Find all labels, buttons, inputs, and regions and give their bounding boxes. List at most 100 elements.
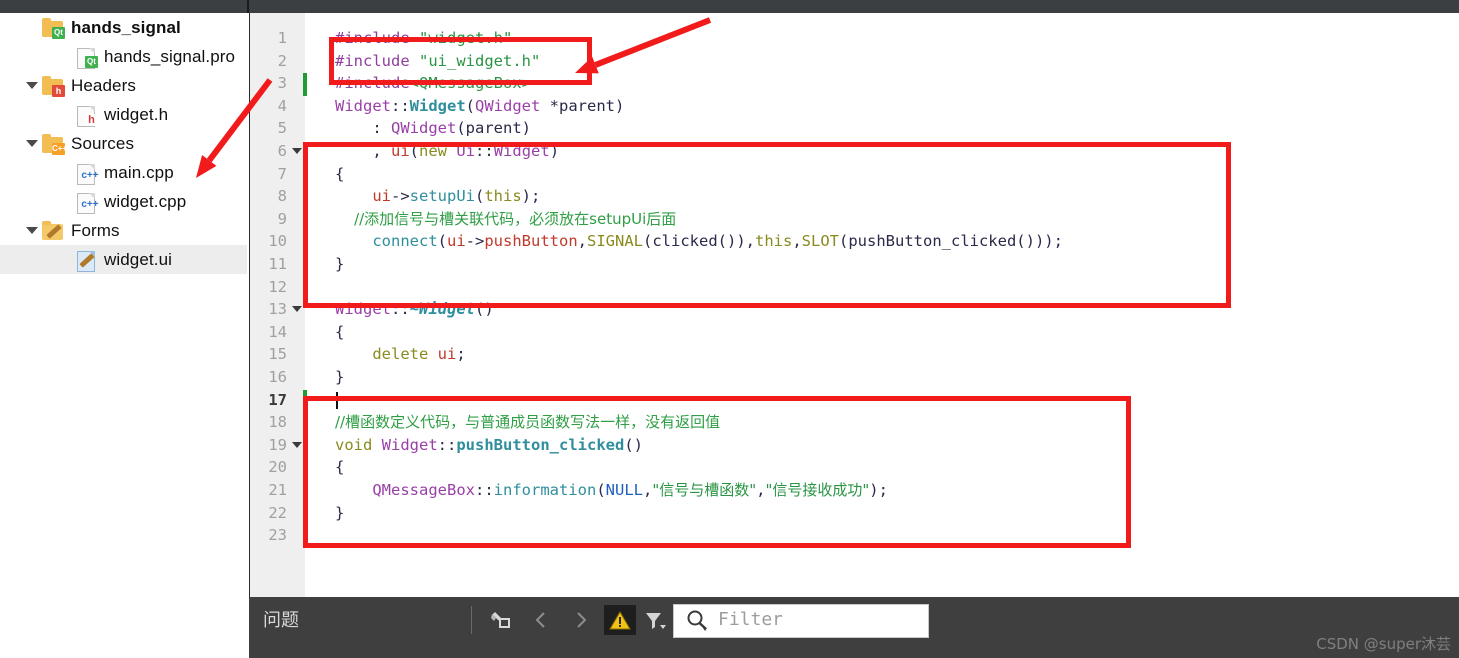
code-token: this	[755, 232, 793, 251]
line-number: 2	[277, 51, 287, 70]
text-cursor	[336, 391, 338, 409]
code-line[interactable]: Widget::Widget(QWidget *parent)	[335, 95, 624, 118]
top-strip-divider	[247, 0, 249, 13]
code-token: void	[335, 435, 373, 454]
code-line[interactable]: QMessageBox::information(NULL,"信号与槽函数","…	[335, 479, 888, 502]
code-token: ->	[465, 232, 485, 251]
tree-item-forms[interactable]: Forms	[0, 216, 247, 245]
code-line[interactable]: Widget::~Widget()	[335, 298, 494, 321]
search-icon	[687, 610, 707, 631]
project-tree-sidebar[interactable]: Qt hands_signal Qt hands_signal.pro h Headers…	[0, 13, 247, 658]
code-line[interactable]: }	[335, 253, 344, 276]
tree-expander-spacer	[55, 158, 75, 187]
code-line[interactable]: : QWidget(parent)	[335, 117, 531, 140]
tree-item-headers[interactable]: h Headers	[0, 71, 247, 100]
chevron-down-icon[interactable]	[22, 71, 42, 100]
code-line[interactable]: , ui(new Ui::Widget)	[335, 140, 559, 163]
code-token: }	[335, 368, 345, 386]
code-token: (	[437, 232, 447, 251]
warnings-button[interactable]	[604, 605, 636, 635]
fold-toggle-icon[interactable]	[291, 140, 303, 163]
code-token: "ui_widget.h"	[419, 51, 541, 70]
tree-item-widget-ui[interactable]: widget.ui	[0, 245, 247, 274]
code-token: ::	[391, 300, 410, 319]
code-token: new	[419, 142, 448, 160]
line-number: 13	[268, 300, 287, 319]
code-line[interactable]: {	[335, 456, 344, 479]
code-token: }	[335, 255, 345, 273]
qt-creator-window: Qt hands_signal Qt hands_signal.pro h Headers…	[0, 0, 1459, 658]
code-line[interactable]: {	[335, 163, 344, 186]
code-token: ,	[642, 481, 653, 499]
tree-expander-spacer	[55, 100, 75, 129]
code-line[interactable]: void Widget::pushButton_clicked()	[335, 434, 643, 457]
tree-item-label: widget.cpp	[104, 191, 187, 211]
line-number: 7	[277, 164, 287, 183]
code-token: //槽函数定义代码，与普通成员函数写法一样，没有返回值	[335, 413, 721, 432]
code-token: connect	[372, 232, 438, 251]
code-line[interactable]: #include<QMessageBox>	[335, 72, 531, 95]
tree-item-hands-signal[interactable]: Qt hands_signal	[0, 13, 247, 42]
code-token: NULL	[605, 481, 643, 499]
filter-input[interactable]: Filter	[673, 604, 929, 638]
code-line[interactable]: delete ui;	[335, 343, 465, 366]
ui-file-icon	[75, 250, 97, 272]
tree-item-label: widget.ui	[104, 249, 172, 269]
tree-item-hands-signal-pro[interactable]: Qt hands_signal.pro	[0, 42, 247, 71]
code-token: ()	[624, 435, 643, 454]
line-number: 4	[277, 96, 287, 115]
code-token: ~Widget	[409, 300, 475, 319]
tree-item-widget-cpp[interactable]: c++ widget.cpp	[0, 187, 247, 216]
code-token: ui	[437, 345, 457, 364]
code-token: (parent)	[456, 119, 531, 138]
code-line[interactable]: }	[335, 502, 344, 525]
chevron-right-icon	[577, 612, 587, 628]
code-line[interactable]: //槽函数定义代码，与普通成员函数写法一样，没有返回值	[335, 411, 720, 434]
line-number: 16	[268, 368, 287, 386]
code-line[interactable]: #include "ui_widget.h"	[335, 50, 540, 73]
vcs-change-marker	[303, 480, 307, 503]
toolbar-separator	[471, 606, 472, 634]
code-token: Widget	[335, 96, 391, 115]
code-token: ,	[335, 142, 391, 160]
code-line[interactable]: connect(ui->pushButton,SIGNAL(clicked())…	[335, 230, 1063, 253]
code-token: {	[335, 164, 345, 183]
tree-item-widget-h[interactable]: h widget.h	[0, 100, 247, 129]
code-token: Widget	[409, 96, 466, 115]
code-line[interactable]: }	[335, 366, 344, 389]
code-line[interactable]: #include "widget.h"	[335, 27, 512, 50]
code-token: ,	[792, 232, 802, 251]
fold-toggle-icon[interactable]	[291, 434, 303, 457]
chevron-down-icon[interactable]	[22, 216, 42, 245]
code-token: "信号接收成功"	[765, 481, 870, 499]
code-editor[interactable]: #include "widget.h" #include "ui_widget.h…	[249, 13, 1459, 597]
chevron-down-icon[interactable]	[22, 129, 42, 158]
code-token: (clicked()),	[643, 232, 755, 251]
forms-folder-icon	[42, 220, 64, 241]
code-token: <QMessageBox>	[409, 74, 531, 93]
filter-button[interactable]	[640, 605, 672, 635]
issues-panel[interactable]: 问题 Filter CSDN @super沐芸	[249, 597, 1459, 658]
code-text-area[interactable]: #include "widget.h" #include "ui_widget.h…	[305, 13, 1459, 597]
tree-item-main-cpp[interactable]: c++ main.cpp	[0, 158, 247, 187]
code-line[interactable]: //添加信号与槽关联代码，必须放在setupUi后面	[335, 208, 676, 231]
csdn-watermark: CSDN @super沐芸	[1316, 635, 1451, 653]
code-token: SLOT	[801, 232, 839, 251]
code-token: Ui	[456, 142, 476, 160]
qt-pro-file-icon: Qt	[75, 47, 98, 69]
code-line[interactable]: {	[335, 321, 344, 344]
code-token: );	[521, 187, 541, 206]
headers-folder-icon: h	[42, 75, 65, 97]
next-button[interactable]	[565, 605, 597, 635]
fold-toggle-icon[interactable]	[291, 298, 303, 321]
code-token: Widget	[381, 435, 438, 454]
tree-item-sources[interactable]: C++ Sources	[0, 129, 247, 158]
code-line[interactable]: ui->setupUi(this);	[335, 185, 540, 208]
clear-button[interactable]	[485, 605, 517, 635]
line-number: 11	[268, 255, 287, 273]
previous-button[interactable]	[525, 605, 557, 635]
code-token: Widget	[335, 300, 391, 319]
code-token: pushButton	[484, 232, 578, 251]
